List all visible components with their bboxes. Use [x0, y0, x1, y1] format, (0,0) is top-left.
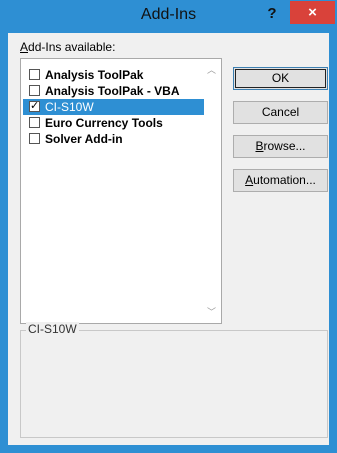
checkbox[interactable]	[29, 133, 40, 144]
automation-accel: A	[245, 173, 254, 187]
help-button[interactable]: ?	[259, 2, 285, 26]
browse-accel: B	[255, 139, 264, 153]
checkbox[interactable]	[29, 117, 40, 128]
list-item-analysis-toolpak-vba[interactable]: Analysis ToolPak - VBA	[23, 83, 203, 99]
browse-button[interactable]: Browse...	[233, 135, 328, 158]
addins-available-accel: A	[20, 40, 29, 54]
chevron-down-icon[interactable]: ﹀	[203, 304, 220, 320]
list-item-ci-s10w[interactable]: ✓ CI-S10W	[23, 99, 204, 115]
list-item-solver-addin[interactable]: Solver Add-in	[23, 131, 203, 147]
list-item-label: Analysis ToolPak - VBA	[45, 84, 180, 98]
addins-available-label: Add-Ins available:	[20, 40, 115, 54]
description-group	[20, 330, 328, 438]
addins-available-text: dd-Ins available:	[28, 40, 116, 54]
close-button[interactable]: ×	[290, 1, 335, 24]
automation-text: utomation...	[253, 173, 316, 187]
list-item-analysis-toolpak[interactable]: Analysis ToolPak	[23, 67, 203, 83]
chevron-up-icon[interactable]: ︿	[203, 62, 220, 78]
cancel-button[interactable]: Cancel	[233, 101, 328, 124]
ok-button[interactable]: OK	[233, 67, 328, 90]
list-item-label: CI-S10W	[45, 100, 94, 114]
checkbox-checked[interactable]: ✓	[29, 101, 40, 112]
list-scrollbar[interactable]: ︿ ﹀	[203, 60, 220, 322]
checkbox[interactable]	[29, 69, 40, 80]
description-title: CI-S10W	[26, 322, 79, 336]
checkbox[interactable]	[29, 85, 40, 96]
title-bar[interactable]: Add-Ins ? ×	[0, 0, 337, 33]
list-item-euro-currency-tools[interactable]: Euro Currency Tools	[23, 115, 203, 131]
browse-text: rowse...	[263, 139, 306, 153]
addins-listbox[interactable]: Analysis ToolPak Analysis ToolPak - VBA …	[20, 58, 222, 324]
automation-button[interactable]: Automation...	[233, 169, 328, 192]
list-item-label: Euro Currency Tools	[45, 116, 163, 130]
list-item-label: Solver Add-in	[45, 132, 123, 146]
list-item-label: Analysis ToolPak	[45, 68, 144, 82]
window-title: Add-Ins	[140, 6, 197, 23]
